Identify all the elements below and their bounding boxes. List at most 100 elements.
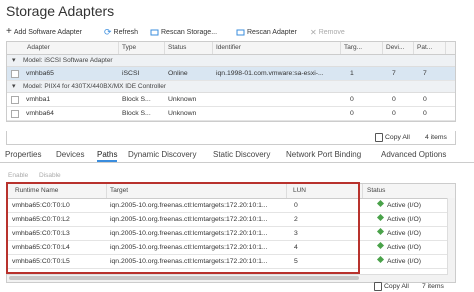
rescan-storage-label: Rescan Storage... <box>161 28 218 36</box>
tab-static-discovery[interactable]: Static Discovery <box>213 150 270 159</box>
status-cell: Online <box>168 70 188 77</box>
group-row[interactable]: ▾ Model: iSCSI Software Adapter <box>7 55 455 67</box>
rescan-adapter-icon <box>236 28 245 37</box>
table-row[interactable]: vmhba65:C0:T0:L2 iqn.2005-10.org.freenas… <box>7 213 455 227</box>
paths-grid: Runtime Name Target LUN Status vmhba65:C… <box>6 183 456 283</box>
targets-cell: 0 <box>350 110 354 117</box>
status-cell: Active (I/O) <box>375 199 451 212</box>
devices-cell: 0 <box>392 96 396 103</box>
targets-cell: 0 <box>350 96 354 103</box>
status-label: Active (I/O) <box>387 216 421 223</box>
tab-advanced-options[interactable]: Advanced Options <box>381 150 446 159</box>
column-header-runtime-name[interactable]: Runtime Name <box>7 184 107 198</box>
lun-cell: 5 <box>294 258 298 265</box>
devices-cell: 0 <box>392 110 396 117</box>
status-cell: Active (I/O) <box>375 227 451 240</box>
lun-cell: 4 <box>294 244 298 251</box>
copy-all-button[interactable]: Copy All <box>375 133 410 142</box>
group-row[interactable]: ▾ Model: PIIX4 for 430TX/440BX/MX IDE Co… <box>7 81 455 93</box>
lun-cell: 3 <box>294 230 298 237</box>
column-header-paths[interactable]: Pat... <box>414 42 446 54</box>
adapters-grid-header: Adapter Type Status Identifier Targ... D… <box>7 42 455 55</box>
status-cell: Active (I/O) <box>375 213 451 226</box>
tab-devices[interactable]: Devices <box>56 150 84 159</box>
rescan-storage-button[interactable]: Rescan Storage... <box>150 26 217 38</box>
runtime-name-cell: vmhba65:C0:T0:L4 <box>12 244 70 251</box>
status-cell: Unknown <box>168 110 197 117</box>
target-cell: iqn.2005-10.org.freenas.ctl:lcmtargets:1… <box>110 202 268 209</box>
column-header-target[interactable]: Target <box>107 184 287 198</box>
devices-cell: 7 <box>392 70 396 77</box>
paths-cell: 0 <box>423 96 427 103</box>
enable-button[interactable]: Enable <box>8 172 28 179</box>
tab-properties[interactable]: Properties <box>5 150 41 159</box>
table-row[interactable]: vmhba65:C0:T0:L5 iqn.2005-10.org.freenas… <box>7 255 455 269</box>
scrollbar-thumb[interactable] <box>9 276 359 280</box>
target-cell: iqn.2005-10.org.freenas.ctl:lcmtargets:1… <box>110 216 268 223</box>
adapter-cell: vmhba65 <box>26 70 54 77</box>
column-header-targets[interactable]: Targ... <box>341 42 383 54</box>
table-row[interactable]: vmhba1 Block S... Unknown 0 0 0 <box>7 93 455 107</box>
chevron-down-icon: ▾ <box>12 83 16 90</box>
group-label: Model: PIIX4 for 430TX/440BX/MX IDE Cont… <box>23 83 167 90</box>
column-header-type[interactable]: Type <box>119 42 165 54</box>
paths-item-count: 7 items <box>422 283 444 290</box>
runtime-name-cell: vmhba65:C0:T0:L5 <box>12 258 70 265</box>
table-row[interactable]: vmhba65 iSCSI Online iqn.1998-01.com.vmw… <box>7 67 455 81</box>
disable-button[interactable]: Disable <box>39 172 61 179</box>
tab-network-port-binding[interactable]: Network Port Binding <box>286 150 361 159</box>
row-radio[interactable] <box>11 110 19 118</box>
adapters-grid-footer: Copy All 4 items <box>6 131 456 145</box>
table-row[interactable]: vmhba65:C0:T0:L4 iqn.2005-10.org.freenas… <box>7 241 455 255</box>
adapters-grid: Adapter Type Status Identifier Targ... D… <box>6 41 456 122</box>
status-cell: Active (I/O) <box>375 255 451 268</box>
remove-label: Remove <box>318 28 345 36</box>
rescan-adapter-button[interactable]: Rescan Adapter <box>236 26 297 38</box>
horizontal-scrollbar[interactable] <box>7 274 448 282</box>
target-cell: iqn.2005-10.org.freenas.ctl:lcmtargets:1… <box>110 230 268 237</box>
copy-icon <box>375 133 383 142</box>
rescan-adapter-label: Rescan Adapter <box>247 28 297 36</box>
lun-cell: 0 <box>294 202 298 209</box>
lun-cell: 2 <box>294 216 298 223</box>
identifier-cell: iqn.1998-01.com.vmware:sa-esxi-... <box>216 70 324 77</box>
add-software-adapter-label: Add Software Adapter <box>13 28 82 36</box>
vertical-scrollbar[interactable] <box>447 198 455 282</box>
table-row[interactable]: vmhba64 Block S... Unknown 0 0 0 <box>7 107 455 121</box>
active-status-icon <box>376 255 385 264</box>
column-header-devices[interactable]: Devi... <box>383 42 414 54</box>
target-cell: iqn.2005-10.org.freenas.ctl:lcmtargets:1… <box>110 244 268 251</box>
status-cell: Active (I/O) <box>375 241 451 254</box>
table-row[interactable]: vmhba65:C0:T0:L0 iqn.2005-10.org.freenas… <box>7 199 455 213</box>
runtime-name-cell: vmhba65:C0:T0:L2 <box>12 216 70 223</box>
status-label: Active (I/O) <box>387 244 421 251</box>
add-software-adapter-button[interactable]: + Add Software Adapter <box>6 26 82 38</box>
type-cell: Block S... <box>122 96 151 103</box>
column-header-identifier[interactable]: Identifier <box>213 42 341 54</box>
row-radio[interactable] <box>11 70 19 78</box>
table-row[interactable]: vmhba65:C0:T0:L3 iqn.2005-10.org.freenas… <box>7 227 455 241</box>
adapter-cell: vmhba1 <box>26 96 51 103</box>
detail-tabs: Properties Devices Paths Dynamic Discove… <box>0 149 474 163</box>
tab-paths[interactable]: Paths <box>97 150 118 162</box>
group-label: Model: iSCSI Software Adapter <box>23 57 113 64</box>
refresh-button[interactable]: ⟳ Refresh <box>104 26 138 38</box>
adapter-cell: vmhba64 <box>26 110 54 117</box>
copy-all-label: Copy All <box>385 134 410 141</box>
target-cell: iqn.2005-10.org.freenas.ctl:lcmtargets:1… <box>110 258 268 265</box>
column-header-adapter[interactable]: Adapter <box>7 42 119 54</box>
paths-cell: 0 <box>423 110 427 117</box>
paths-copy-all-button[interactable]: Copy All <box>374 282 409 291</box>
column-header-status[interactable]: Status <box>165 42 213 54</box>
targets-cell: 1 <box>350 70 354 77</box>
paths-grid-header: Runtime Name Target LUN Status <box>7 184 455 199</box>
row-radio[interactable] <box>11 96 19 104</box>
remove-button[interactable]: ✕ Remove <box>310 26 345 38</box>
tab-dynamic-discovery[interactable]: Dynamic Discovery <box>128 150 196 159</box>
rescan-storage-icon <box>150 28 159 37</box>
chevron-down-icon: ▾ <box>12 57 16 64</box>
column-header-status[interactable]: Status <box>363 184 453 198</box>
column-header-lun[interactable]: LUN <box>287 184 363 198</box>
paths-cell: 7 <box>423 70 427 77</box>
active-status-icon <box>376 213 385 222</box>
